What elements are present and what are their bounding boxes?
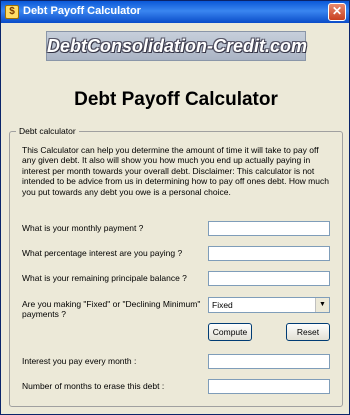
dropdown-arrow-icon[interactable]: ▼ — [315, 298, 329, 312]
payment-type-select[interactable]: Fixed ▼ — [208, 297, 330, 313]
principal-balance-label: What is your remaining principale balanc… — [22, 273, 187, 283]
debt-calculator-group: Debt calculator This Calculator can help… — [9, 126, 343, 407]
payment-type-value: Fixed — [212, 300, 233, 310]
monthly-interest-output[interactable] — [208, 354, 330, 369]
interest-rate-label: What percentage interest are you paying … — [22, 248, 183, 258]
monthly-interest-label: Interest you pay every month : — [22, 356, 137, 366]
interest-rate-input[interactable] — [208, 246, 330, 261]
monthly-payment-input[interactable] — [208, 221, 330, 236]
compute-button[interactable]: Compute — [208, 323, 252, 341]
principal-balance-input[interactable] — [208, 271, 330, 286]
monthly-payment-label: What is your monthly payment ? — [22, 223, 144, 233]
page-title: Debt Payoff Calculator — [74, 89, 278, 110]
close-button[interactable]: ✕ — [328, 3, 346, 21]
calculator-window: $ Debt Payoff Calculator ✕ DebtConsolida… — [0, 0, 350, 415]
payment-type-label: Are you making "Fixed" or "Declining Min… — [22, 299, 201, 319]
title-bar[interactable]: $ Debt Payoff Calculator ✕ — [1, 1, 349, 23]
months-to-payoff-label: Number of months to erase this debt : — [22, 381, 165, 391]
description-text: This Calculator can help you determine t… — [22, 145, 329, 197]
dollar-app-icon: $ — [5, 5, 19, 19]
window-title: Debt Payoff Calculator — [23, 5, 141, 17]
reset-button[interactable]: Reset — [286, 323, 330, 341]
group-legend: Debt calculator — [16, 126, 79, 136]
site-banner: DebtConsolidation-Credit.com — [46, 31, 307, 61]
months-to-payoff-output[interactable] — [208, 379, 330, 394]
